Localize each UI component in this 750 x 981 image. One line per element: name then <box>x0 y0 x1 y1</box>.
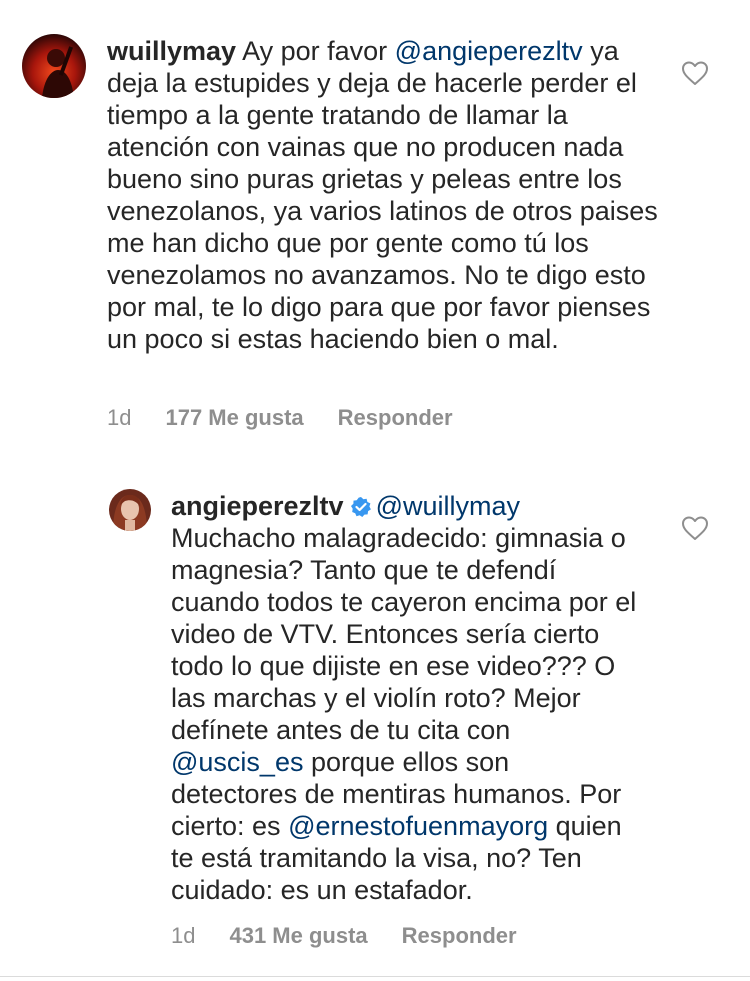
avatar-image <box>109 489 151 531</box>
reply-meta: 1d 431 Me gusta Responder <box>171 923 551 949</box>
heart-icon[interactable] <box>681 515 709 541</box>
reply-mention-3[interactable]: @ernestofuenmayorg <box>288 811 548 841</box>
avatar[interactable] <box>109 489 151 531</box>
reply-mention-2[interactable]: @uscis_es <box>171 747 303 777</box>
avatar-image <box>22 34 86 98</box>
verified-badge-icon <box>350 497 371 517</box>
reply-text-body: Muchacho malagradecido: gimnasia o magne… <box>171 523 637 745</box>
comment-text-body: ya deja la estupides y deja de hacerle p… <box>107 36 658 354</box>
comment-time: 1d <box>107 405 132 430</box>
comment-username[interactable]: wuillymay <box>107 36 236 66</box>
comment-username[interactable]: angieperezltv <box>171 491 344 521</box>
comment-text-prefix: Ay por favor <box>242 36 388 66</box>
reply-button[interactable]: Responder <box>338 405 453 431</box>
comment-likes[interactable]: 177 Me gusta <box>165 405 303 431</box>
comment-mention[interactable]: @angieperezltv <box>395 36 583 66</box>
comment-time: 1d <box>171 923 196 948</box>
reply-button[interactable]: Responder <box>402 923 517 949</box>
comment-meta: 1d 177 Me gusta Responder <box>107 405 487 431</box>
comment-likes[interactable]: 431 Me gusta <box>229 923 367 949</box>
avatar[interactable] <box>22 34 86 98</box>
reply-text: angieperezltv @wuillymay Muchacho malagr… <box>171 490 641 906</box>
divider <box>0 976 750 977</box>
reply-mention[interactable]: @wuillymay <box>376 491 520 521</box>
heart-icon[interactable] <box>681 60 709 86</box>
comment-text: wuillymay Ay por favor @angieperezltv ya… <box>107 35 667 355</box>
